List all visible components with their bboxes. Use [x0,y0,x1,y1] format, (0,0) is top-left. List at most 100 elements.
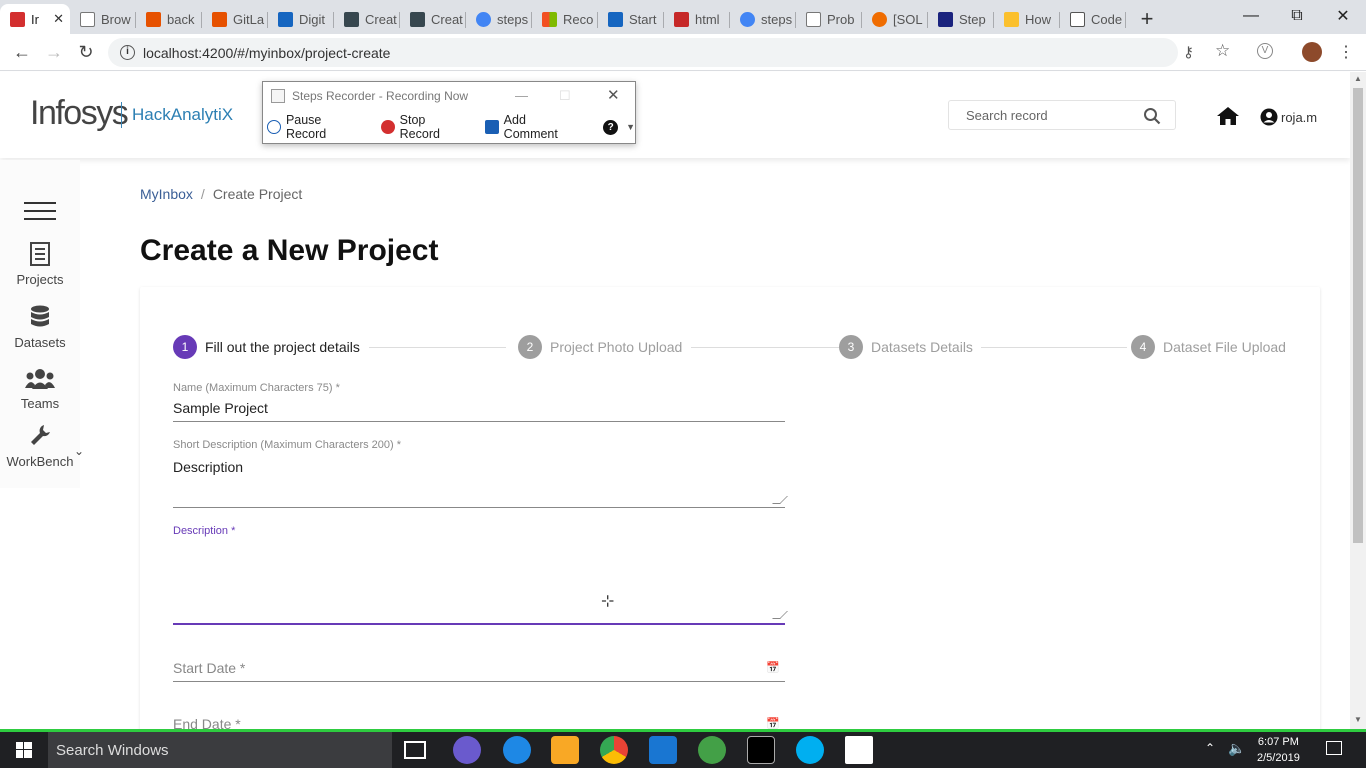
browser-tab[interactable]: steps [730,4,796,34]
task-view-icon[interactable] [404,741,426,759]
name-field[interactable]: Name (Maximum Characters 75) * Sample Pr… [173,382,785,422]
end-date-input[interactable]: End Date * [173,716,785,729]
breadcrumb-link-myinbox[interactable]: MyInbox [140,186,193,202]
end-date-field[interactable]: End Date * 📅 [173,716,785,729]
user-menu[interactable]: roja.m [1260,108,1317,126]
android-studio-icon[interactable] [698,736,726,764]
minimize-icon[interactable]: — [1228,0,1274,32]
vscode-icon[interactable] [649,736,677,764]
calendar-icon[interactable]: 📅 [766,661,780,674]
description-field[interactable]: Description * ⊹ [173,525,788,625]
address-bar[interactable]: i localhost:4200/#/myinbox/project-creat… [108,38,1178,67]
browser-tab[interactable]: Code [1060,4,1126,34]
eclipse-icon[interactable] [453,736,481,764]
taskbar-search[interactable]: Search Windows [48,732,392,768]
restore-icon[interactable]: ⧉ [1274,0,1320,32]
step-3[interactable]: 3 Datasets Details [839,335,973,359]
help-icon[interactable]: ? [603,119,619,135]
browser-toolbar: ← → ↻ i localhost:4200/#/myinbox/project… [0,34,1366,71]
search-icon[interactable] [1143,107,1161,125]
chevron-down-icon[interactable]: ⌄ [74,444,84,458]
scrollbar-thumb[interactable] [1353,88,1363,543]
page-icon [806,11,821,27]
name-input[interactable]: Sample Project [173,400,785,416]
search-input[interactable]: Search record [966,108,1048,123]
browser-tab[interactable]: Creat [334,4,400,34]
key-icon[interactable]: ⚷ [1183,43,1194,61]
codepen-icon [1070,11,1085,27]
windows-taskbar: Search Windows ⌃ 🔈 6:07 PM 2/5/2019 [0,732,1366,768]
start-date-field[interactable]: Start Date * 📅 [173,660,785,682]
reload-icon[interactable]: ↻ [70,42,102,63]
browser-tab[interactable]: Digit [268,4,334,34]
scroll-down-arrow[interactable]: ▼ [1354,715,1362,724]
text-cursor-icon: ⊹ [601,593,615,610]
html-icon [674,11,689,27]
name-underline [173,421,785,422]
browser-tab-active[interactable]: Ir ✕ [0,4,70,34]
browser-tab[interactable]: back [136,4,202,34]
minimize-icon[interactable]: — [515,88,528,103]
search-box[interactable]: Search record [948,100,1176,130]
scroll-up-arrow[interactable]: ▲ [1354,74,1362,83]
hamburger-menu-icon[interactable] [24,202,56,226]
info-icon[interactable]: i [120,45,135,60]
sidebar-item-teams[interactable]: Teams [0,368,80,411]
star-icon[interactable]: ☆ [1215,41,1230,61]
sidebar-item-workbench[interactable]: WorkBench ⌄ [0,424,84,469]
extension-icon[interactable]: V [1257,43,1273,59]
page-icon [80,11,95,27]
chrome-icon[interactable] [600,736,628,764]
steps-recorder-icon[interactable] [845,736,873,764]
browser-tab[interactable]: Start [598,4,664,34]
start-date-input[interactable]: Start Date * [173,660,785,676]
browser-tab[interactable]: Brow [70,4,136,34]
app-name[interactable]: HackAnalytiX [132,105,233,125]
browser-tab[interactable]: How [994,4,1060,34]
recorder-titlebar[interactable]: Steps Recorder - Recording Now — ☐ ✕ [263,82,635,110]
browser-tab[interactable]: [SOL [862,4,928,34]
sidebar-item-datasets[interactable]: Datasets [0,305,80,350]
gear-icon [872,11,887,27]
browser-tab[interactable]: Creat [400,4,466,34]
close-icon[interactable]: ✕ [53,11,64,27]
new-tab-button[interactable]: + [1132,4,1162,34]
step-1[interactable]: 1 Fill out the project details [173,335,360,359]
skype-icon[interactable] [796,736,824,764]
profile-avatar[interactable] [1302,42,1322,62]
browser-tab[interactable]: html [664,4,730,34]
stop-record-button[interactable]: Stop Record [380,113,469,141]
add-comment-button[interactable]: Add Comment [484,113,583,141]
short-description-field[interactable]: Short Description (Maximum Characters 20… [173,439,788,508]
browser-tab[interactable]: GitLa [202,4,268,34]
taskbar-clock[interactable]: 6:07 PM 2/5/2019 [1257,734,1300,766]
windows-start-button[interactable] [0,732,48,768]
browser-tab[interactable]: Prob [796,4,862,34]
back-icon[interactable]: ← [6,42,38,63]
forward-icon[interactable]: → [38,42,70,63]
browser-tab[interactable]: Step [928,4,994,34]
terminal-icon[interactable] [747,736,775,764]
calendar-icon[interactable]: 📅 [766,717,780,729]
infosys-logo[interactable]: Infosys [30,94,129,133]
notifications-icon[interactable] [1326,741,1342,755]
file-explorer-icon[interactable] [551,736,579,764]
browser-tab[interactable]: Reco [532,4,598,34]
volume-icon[interactable]: 🔈 [1228,740,1245,757]
users-icon [25,369,55,389]
menu-icon[interactable]: ⋮ [1338,42,1354,62]
step-2[interactable]: 2 Project Photo Upload [518,335,682,359]
chevron-up-icon[interactable]: ⌃ [1205,741,1215,755]
step-4[interactable]: 4 Dataset File Upload [1131,335,1286,359]
page-scrollbar[interactable]: ▲ ▼ [1350,72,1366,729]
edge-icon[interactable] [503,736,531,764]
short-description-textarea[interactable]: Description [173,459,785,475]
pause-record-button[interactable]: Pause Record [267,113,365,141]
chevron-down-icon[interactable]: ▼ [626,122,635,132]
recorder-app-icon [271,89,285,103]
home-icon[interactable] [1216,106,1240,126]
close-window-icon[interactable]: ✕ [1320,0,1366,32]
sidebar-item-projects[interactable]: Projects [0,242,80,287]
browser-tab[interactable]: steps [466,4,532,34]
close-icon[interactable]: ✕ [607,86,620,104]
